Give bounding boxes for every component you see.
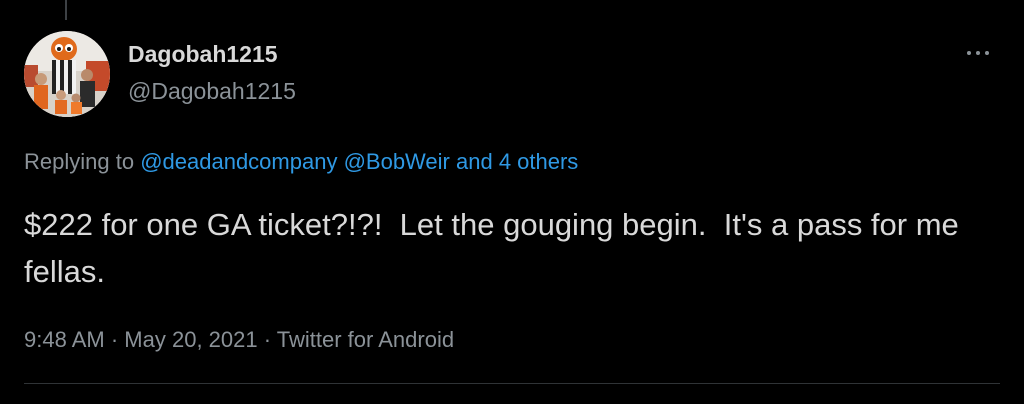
- thread-connector-line: [65, 0, 67, 20]
- mention-bobweir-link[interactable]: @BobWeir: [344, 149, 450, 174]
- tweet-date-link[interactable]: May 20, 2021: [124, 327, 257, 352]
- more-horizontal-icon: [967, 51, 971, 55]
- tweet-text: $222 for one GA ticket?!?! Let the gougi…: [24, 207, 968, 289]
- tweet-metadata: 9:48 AM · May 20, 2021 · Twitter for And…: [24, 327, 454, 353]
- avatar[interactable]: [24, 31, 110, 117]
- meta-separator: ·: [110, 327, 119, 352]
- other-mentions-link[interactable]: and 4 others: [456, 149, 578, 174]
- tweet-source-link[interactable]: Twitter for Android: [277, 327, 454, 352]
- reply-context: Replying to @deadandcompany @BobWeir and…: [24, 149, 578, 175]
- author-handle[interactable]: @Dagobah1215: [128, 78, 296, 105]
- author-display-name[interactable]: Dagobah1215: [128, 41, 278, 68]
- divider: [24, 383, 1000, 384]
- more-horizontal-icon-dot: [976, 51, 980, 55]
- more-horizontal-icon-dot: [985, 51, 989, 55]
- meta-separator: ·: [263, 327, 272, 352]
- reply-prefix: Replying to: [24, 149, 135, 174]
- avatar-photo: [24, 31, 110, 117]
- more-options-button[interactable]: [958, 38, 998, 68]
- mention-deadandcompany-link[interactable]: @deadandcompany: [140, 149, 337, 174]
- tweet-time-link[interactable]: 9:48 AM: [24, 327, 105, 352]
